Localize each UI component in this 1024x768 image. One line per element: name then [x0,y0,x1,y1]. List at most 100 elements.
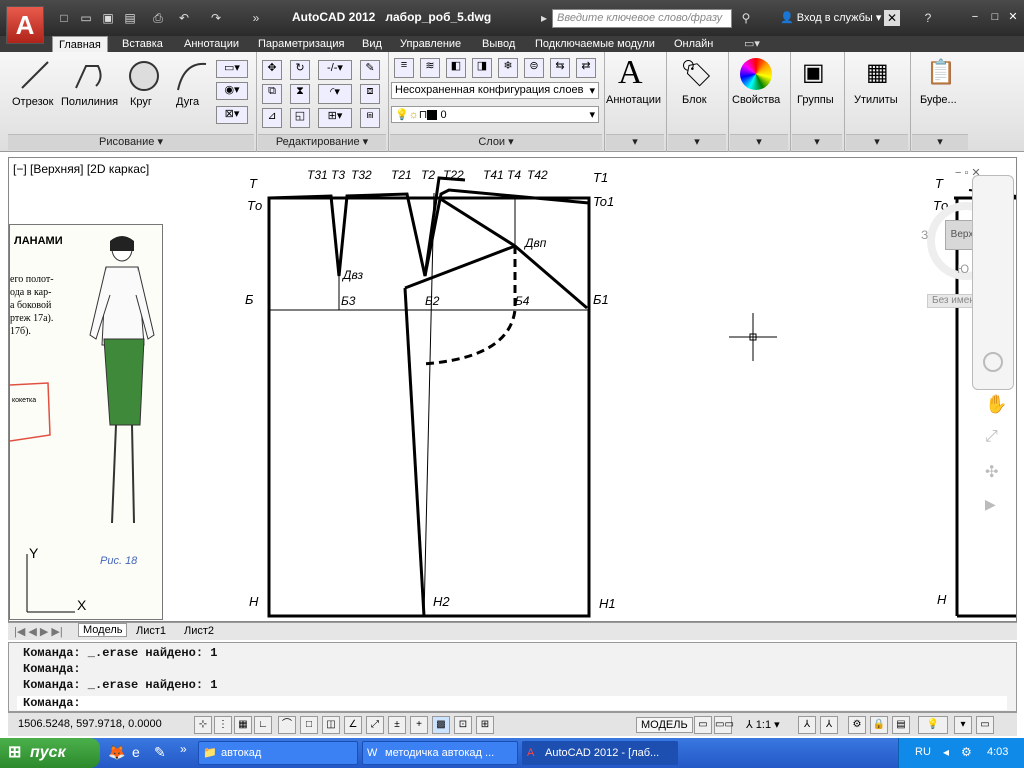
layer-select[interactable]: 💡☼⊓ 0 ▾ [391,106,599,123]
block-button[interactable]: Блок [682,94,707,106]
help-icon[interactable]: ? [920,10,936,26]
properties-button[interactable]: Свойства [732,94,780,106]
redo-icon[interactable]: ↷ [208,10,224,26]
layer-match-icon[interactable]: ⇆ [550,58,570,78]
paint-icon[interactable]: ✎ [154,744,166,761]
rectangle-icon[interactable]: ▭▾ [216,60,248,78]
viewcube-west[interactable]: З [921,228,928,242]
erase-icon[interactable]: ✎ [360,60,380,80]
layer-freeze-icon[interactable]: ❄ [498,58,518,78]
array-icon[interactable]: ⊞▾ [318,108,352,128]
tab-manage[interactable]: Управление [400,36,461,52]
panel-groups-expand[interactable]: ▾ [792,134,842,150]
command-input[interactable]: Команда: [17,696,1007,710]
explode-icon[interactable]: ⧈ [360,84,380,104]
trim-icon[interactable]: -/-▾ [318,60,352,80]
clock[interactable]: 4:03 [987,746,1008,758]
panel-draw-title[interactable]: Рисование ▾ [8,134,254,150]
tab-parametric[interactable]: Параметризация [258,36,344,52]
autoscale-icon[interactable]: ⅄ [820,716,838,734]
steering-wheel-icon[interactable] [983,352,1003,372]
offset-icon[interactable]: ⩎ [360,108,380,128]
dyn-icon[interactable]: ± [388,716,406,734]
orbit-icon[interactable]: ✣ [985,462,998,482]
zoom-icon[interactable]: ⤢ [985,428,998,446]
tab-nav-arrows[interactable]: |◀ ◀ ▶ ▶| [14,625,63,638]
maximize-icon[interactable]: □ [988,10,1002,24]
line-button[interactable]: Отрезок [12,96,53,108]
isolate-icon[interactable]: 💡 [918,716,948,734]
line-icon[interactable] [18,58,54,94]
fillet-icon[interactable]: ◜▾ [318,84,352,104]
panel-annot-expand[interactable]: ▾ [606,134,664,150]
login-button[interactable]: 👤 Вход в службы ▾ [780,11,881,24]
block-icon[interactable]: 🏷 [680,58,713,89]
layer-walk-icon[interactable]: ⇄ [576,58,596,78]
move-icon[interactable]: ✥ [262,60,282,80]
layer-properties-icon[interactable]: ≡ [394,58,414,78]
print-icon[interactable]: ⎙ [150,10,166,26]
panel-clip-expand[interactable]: ▾ [912,134,968,150]
layer-state-icon[interactable]: ≋ [420,58,440,78]
coordinates-display[interactable]: 1506.5248, 597.9718, 0.0000 [18,718,162,730]
utilities-icon[interactable]: ▦ [866,58,889,87]
groups-icon[interactable]: ▣ [802,58,825,87]
open-icon[interactable]: ▭ [78,10,94,26]
firefox-icon[interactable]: 🦊 [108,744,125,761]
sc-icon[interactable]: ⊞ [476,716,494,734]
application-menu-button[interactable]: A [6,6,44,44]
hatch-icon[interactable]: ◉▾ [216,82,248,100]
region-icon[interactable]: ⊠▾ [216,106,248,124]
model-button[interactable]: МОДЕЛЬ [636,717,693,733]
panel-layers-title[interactable]: Слои ▾ [390,134,602,150]
circle-button[interactable]: Круг [130,96,152,108]
tab-layout1[interactable]: Лист1 [136,625,166,637]
save-as-icon[interactable]: ▤ [122,10,138,26]
layer-iso-icon[interactable]: ◨ [472,58,492,78]
snap-icon[interactable]: ⋮ [214,716,232,734]
annotation-icon[interactable]: A [618,54,643,92]
undo-icon[interactable]: ↶ [176,10,192,26]
arc-icon[interactable] [174,58,210,94]
transparency-icon[interactable]: ▩ [432,716,450,734]
close-icon[interactable]: ✕ [1006,10,1020,24]
annotation-scale[interactable]: ⅄ 1:1 ▾ [746,718,780,731]
save-icon[interactable]: ▣ [100,10,116,26]
groups-button[interactable]: Группы [797,94,834,106]
properties-icon[interactable] [740,58,772,90]
polyline-icon[interactable] [72,58,108,94]
stretch-icon[interactable]: ⊿ [262,108,282,128]
task-autocad[interactable]: A AutoCAD 2012 - [лаб... [522,741,678,765]
tray-network-icon[interactable]: ⚙ [961,745,972,759]
task-word[interactable]: Wметодичка автокад ... [362,741,518,765]
tab-model[interactable]: Модель [78,623,128,637]
qp-icon[interactable]: ⊡ [454,716,472,734]
polar-icon[interactable]: ⌒ [278,716,296,734]
clipboard-icon[interactable]: 📋 [926,58,956,87]
infer-constraints-icon[interactable]: ⊹ [194,716,212,734]
mirror-icon[interactable]: ⧗ [290,84,310,104]
pan-icon[interactable]: ✋ [985,394,1007,415]
viewcube-south[interactable]: Ю [957,262,969,276]
arc-button[interactable]: Дуга [176,96,199,108]
polyline-button[interactable]: Полилиния [61,96,118,108]
otrack-icon[interactable]: ∠ [344,716,362,734]
tab-view[interactable]: Вид [362,36,382,52]
utilities-button[interactable]: Утилиты [854,94,898,106]
expand-icon[interactable]: ▸ [536,10,552,26]
rotate-icon[interactable]: ↻ [290,60,310,80]
pattern-drawing[interactable] [9,158,1016,621]
exchange-icon[interactable]: ✕ [884,10,900,26]
tray-arrow-icon[interactable]: ◂ [943,745,949,759]
drawing-canvas[interactable]: [−] [Верхняя] [2D каркас] ЛАНАМИ его пол… [8,157,1017,622]
tab-home[interactable]: Главная [52,36,108,52]
panel-block-expand[interactable]: ▾ [668,134,726,150]
tab-options-icon[interactable]: ▭▾ [744,36,760,52]
command-line[interactable]: Команда: _.erase найдено: 1 Команда: Ком… [8,642,1017,712]
task-folder[interactable]: 📁 автокад [198,741,358,765]
tab-annotate[interactable]: Аннотации [184,36,239,52]
ducs-icon[interactable]: ⤢ [366,716,384,734]
tab-plugins[interactable]: Подключаемые модули [535,36,655,52]
layer-lock-icon[interactable]: ⊜ [524,58,544,78]
status-menu-icon[interactable]: ▾ [954,716,972,734]
